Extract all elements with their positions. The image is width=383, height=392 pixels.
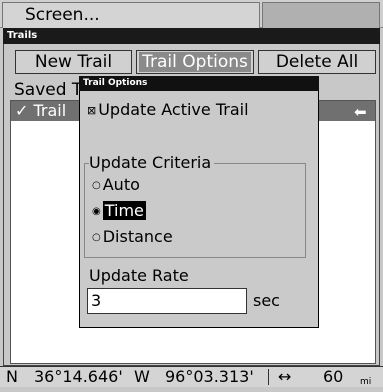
status-bar: N 36°14.646' W 96°03.313' ↔ 60 mi xyxy=(0,366,383,387)
screen-menu-label: Screen... xyxy=(25,5,100,25)
radio-unselected-icon: ○ xyxy=(92,232,101,243)
update-rate-unit: sec xyxy=(253,291,280,310)
range-arrows-icon: ↔ xyxy=(278,367,292,386)
update-rate-label: Update Rate xyxy=(89,266,189,285)
latitude-hemisphere: N xyxy=(6,367,18,386)
dialog-title: Trail Options xyxy=(79,76,319,91)
radio-distance-label: Distance xyxy=(102,227,173,246)
radio-time[interactable]: ◉ Time xyxy=(92,201,146,220)
delete-all-button[interactable]: Delete All xyxy=(258,50,376,74)
radio-auto-label: Auto xyxy=(102,175,140,194)
range-unit: mi xyxy=(360,377,372,387)
range-value: 60 xyxy=(323,367,344,386)
update-active-trail-checkbox[interactable]: ⊠ Update Active Trail xyxy=(87,100,249,119)
update-active-trail-label: Update Active Trail xyxy=(98,100,249,119)
arrow-left-icon: ⬅ xyxy=(354,103,367,121)
longitude-hemisphere: W xyxy=(134,367,150,386)
trail-options-label: Trail Options xyxy=(139,52,251,72)
radio-time-label: Time xyxy=(102,201,146,220)
status-divider xyxy=(268,369,269,385)
trails-window-title: Trails xyxy=(3,28,380,44)
radio-auto[interactable]: ○ Auto xyxy=(92,175,140,194)
radio-distance[interactable]: ○ Distance xyxy=(92,227,173,246)
update-rate-input[interactable]: 3 xyxy=(87,288,247,314)
trail-options-button[interactable]: Trail Options xyxy=(136,50,254,74)
radio-selected-icon: ◉ xyxy=(92,206,101,217)
checkbox-checked-icon: ⊠ xyxy=(87,104,97,117)
update-criteria-legend: Update Criteria xyxy=(89,153,215,172)
new-trail-label: New Trail xyxy=(34,52,113,72)
saved-trails-label: Saved T xyxy=(14,80,83,100)
screen-menu-tab[interactable]: Screen... xyxy=(2,2,260,28)
new-trail-button[interactable]: New Trail xyxy=(15,50,132,74)
latitude-value: 36°14.646' xyxy=(34,367,123,386)
menu-tab-blank[interactable] xyxy=(262,2,380,28)
delete-all-label: Delete All xyxy=(275,52,359,72)
longitude-value: 96°03.313' xyxy=(165,367,254,386)
radio-unselected-icon: ○ xyxy=(92,180,101,191)
